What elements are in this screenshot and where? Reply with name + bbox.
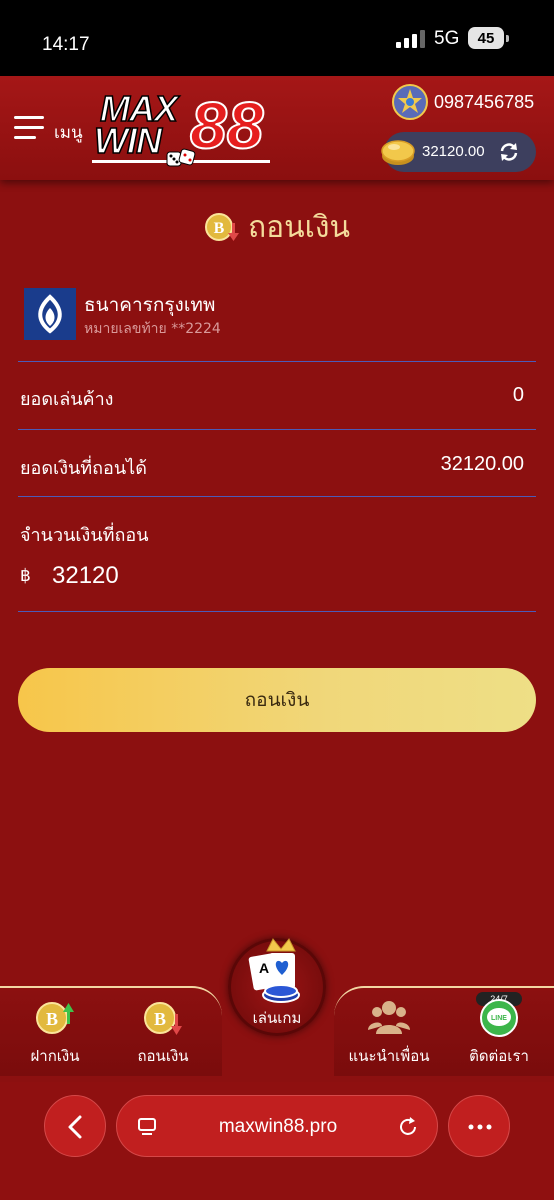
divider xyxy=(18,496,536,497)
divider xyxy=(18,429,536,430)
nav-item-contact[interactable]: LINE ติดต่อเรา xyxy=(454,996,544,1072)
bank-lotus-icon xyxy=(38,294,62,334)
status-bar: 14:17 5G 45 xyxy=(0,0,554,76)
amount-input[interactable] xyxy=(52,558,512,594)
battery-icon: 45 xyxy=(468,27,509,49)
network-label: 5G xyxy=(434,28,460,49)
logo-text-win: WIN xyxy=(93,119,162,162)
balance-amount: 32120.00 xyxy=(422,143,485,160)
line-chat-icon: LINE xyxy=(480,999,518,1037)
svg-text:A: A xyxy=(259,960,269,976)
divider xyxy=(18,361,536,362)
friends-icon xyxy=(368,1001,410,1034)
coin-stack-icon xyxy=(381,140,415,165)
withdraw-coin-icon: B xyxy=(204,213,239,241)
header: เมนู MAX WIN 88 0987456785 32120.00 xyxy=(0,76,554,180)
withdrawable-value: 32120.00 xyxy=(440,453,524,475)
withdraw-coin-icon: B xyxy=(144,1002,182,1035)
url-bar[interactable]: maxwin88.pro xyxy=(116,1095,438,1157)
cards-chips-crown-icon: A xyxy=(248,938,300,1003)
menu-icon[interactable] xyxy=(14,116,44,140)
reload-icon[interactable] xyxy=(397,1116,419,1138)
dice-icon xyxy=(166,148,196,167)
vip-avatar-icon[interactable] xyxy=(392,84,428,120)
refresh-icon[interactable] xyxy=(498,141,520,163)
signal-icon xyxy=(396,30,425,48)
browser-bar: maxwin88.pro xyxy=(0,1082,554,1200)
nav-label-contact: ติดต่อเรา xyxy=(469,1047,529,1065)
chevron-left-icon xyxy=(68,1115,82,1139)
deposit-coin-icon: B xyxy=(36,1002,74,1034)
page-title-wrap: B ถอนเงิน xyxy=(0,205,554,249)
url-text: maxwin88.pro xyxy=(218,1116,338,1137)
page-title: ถอนเงิน xyxy=(247,209,351,245)
divider xyxy=(18,611,536,612)
bank-logo xyxy=(24,288,76,340)
amount-label: จำนวนเงินที่ถอน xyxy=(20,525,149,546)
svg-text:B: B xyxy=(154,1009,166,1029)
withdraw-button[interactable]: ถอนเงิน xyxy=(18,668,536,732)
logo[interactable]: MAX WIN 88 xyxy=(90,86,274,174)
svg-text:B: B xyxy=(46,1009,58,1029)
bank-name: ธนาคารกรุงเทพ xyxy=(84,294,216,316)
nav-label-deposit: ฝากเงิน xyxy=(30,1047,80,1065)
svg-text:LINE: LINE xyxy=(491,1015,507,1022)
phone-number: 0987456785 xyxy=(434,92,535,112)
account-hint: หมายเลขท้าย **2224 xyxy=(84,321,221,337)
withdrawable-label: ยอดเงินที่ถอนได้ xyxy=(20,458,147,479)
logo-text-88: 88 xyxy=(189,88,264,162)
svg-text:B: B xyxy=(214,220,225,237)
nav-item-refer[interactable]: แนะนำเพื่อน xyxy=(344,996,434,1072)
status-time: 14:17 xyxy=(42,34,90,55)
turnover-value: 0 xyxy=(512,384,524,406)
turnover-label: ยอดเล่นค้าง xyxy=(20,389,114,410)
nav-label-refer: แนะนำเพื่อน xyxy=(348,1047,430,1065)
nav-item-withdraw[interactable]: B ถอนเงิน xyxy=(118,996,208,1072)
nav-label-play[interactable]: เล่นเกม xyxy=(228,1006,326,1030)
balance-pill: 32120.00 xyxy=(381,132,536,172)
nav-item-deposit[interactable]: B ฝากเงิน xyxy=(10,996,100,1072)
more-dots-icon xyxy=(468,1124,492,1130)
baht-symbol: ฿ xyxy=(20,566,31,586)
back-button[interactable] xyxy=(44,1095,106,1157)
nav-label-withdraw: ถอนเงิน xyxy=(137,1047,189,1065)
more-button[interactable] xyxy=(448,1095,510,1157)
menu-label[interactable]: เมนู xyxy=(54,119,83,146)
